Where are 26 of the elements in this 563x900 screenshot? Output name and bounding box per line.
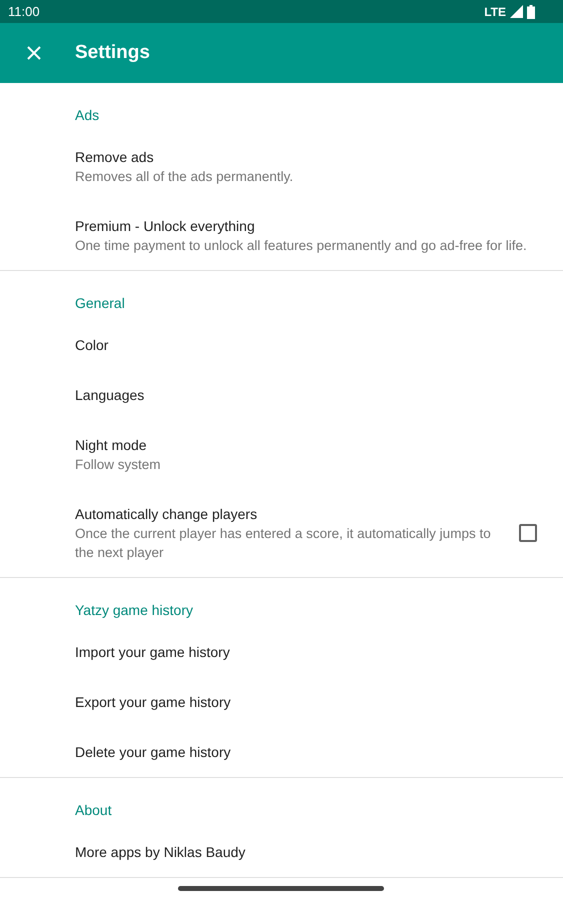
preference-title: Automatically change players [75, 505, 258, 524]
section-header: Ads [75, 106, 100, 125]
checkbox[interactable] [519, 524, 537, 542]
section-header: Yatzy game history [75, 601, 194, 620]
close-icon [27, 46, 41, 60]
preference-title: Remove ads [75, 148, 155, 167]
preference-title: Delete your game history [75, 743, 232, 762]
status-time: 11:00 [8, 4, 40, 19]
section-header: About [75, 801, 112, 820]
signal-icon [510, 5, 523, 18]
preference-summary: One time payment to unlock all features permanently and go ad-free for life. [75, 237, 528, 255]
preference-title: Premium - Unlock everything [75, 217, 256, 236]
preference-title: Color [75, 336, 110, 355]
network-label: LTE [484, 4, 506, 18]
preference-summary: Once the current player has entered a score, it automatically jumps to the next player [75, 525, 492, 562]
preference-title: Languages [75, 386, 146, 405]
preference-title: Import your game history [75, 643, 231, 662]
preference-summary: Follow system [75, 456, 162, 474]
preference-summary: Removes all of the ads permanently. [75, 168, 294, 186]
app-bar-title: Settings [75, 42, 150, 64]
gesture-handle[interactable] [178, 886, 384, 891]
section-header: General [75, 294, 125, 313]
preference-title: Export your game history [75, 693, 232, 712]
preference-title: Night mode [75, 436, 148, 455]
preference-title: More apps by Niklas Baudy [75, 843, 246, 862]
battery-icon [527, 4, 535, 18]
